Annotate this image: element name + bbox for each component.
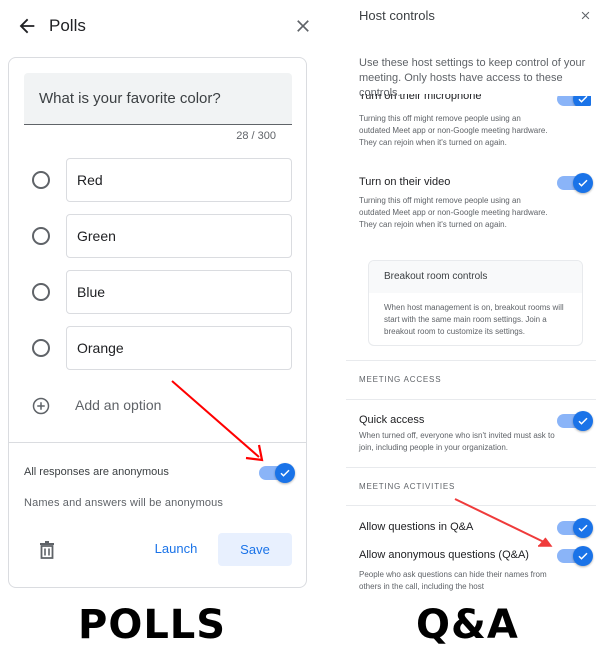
radio-button[interactable]: [32, 227, 50, 245]
toggle-knob: [573, 411, 593, 431]
add-option-label: Add an option: [75, 397, 162, 413]
anonymous-toggle[interactable]: [259, 463, 295, 483]
radio-button[interactable]: [32, 339, 50, 357]
breakout-room-controls: Breakout room controls When host managem…: [368, 260, 583, 346]
polls-title: Polls: [49, 16, 86, 35]
character-counter: 28 / 300: [236, 130, 276, 142]
qa-questions-toggle[interactable]: [557, 518, 593, 538]
option-input[interactable]: Red: [66, 158, 292, 202]
add-circle-icon: [32, 397, 50, 415]
qa-questions-title: Allow questions in Q&A: [359, 521, 474, 533]
check-icon: [578, 524, 588, 532]
trash-icon[interactable]: [39, 541, 55, 559]
launch-button[interactable]: Launch: [145, 533, 207, 565]
check-icon: [578, 552, 588, 560]
caption-qa: Q&A: [416, 602, 519, 648]
quick-access-toggle[interactable]: [557, 411, 593, 431]
polls-header: Polls: [0, 0, 320, 54]
poll-option: Red: [9, 158, 308, 202]
host-controls-intro: Use these host settings to keep control …: [359, 57, 586, 99]
toggle-knob: [573, 518, 593, 538]
qa-anonymous-description: People who ask questions can hide their …: [359, 570, 547, 591]
radio-button[interactable]: [32, 283, 50, 301]
radio-button[interactable]: [32, 171, 50, 189]
poll-option: Blue: [9, 270, 308, 314]
add-option-button[interactable]: Add an option: [9, 388, 308, 424]
qa-anonymous-title: Allow anonymous questions (Q&A): [359, 549, 529, 561]
polls-panel: Polls What is your favorite color? 28 / …: [0, 0, 320, 600]
toggle-knob: [573, 173, 593, 193]
host-controls-panel: Host controls Use these host settings to…: [346, 0, 614, 600]
divider: [346, 360, 596, 361]
microphone-setting-description: Turning this off might remove people usi…: [359, 114, 548, 147]
back-arrow-icon[interactable]: [16, 15, 38, 37]
meeting-activities-label: MEETING ACTIVITIES: [359, 482, 456, 491]
anonymous-label: All responses are anonymous: [24, 466, 169, 478]
breakout-title: Breakout room controls: [384, 271, 488, 282]
option-input[interactable]: Orange: [66, 326, 292, 370]
breakout-description: When host management is on, breakout roo…: [384, 303, 564, 336]
poll-editor-card: What is your favorite color? 28 / 300 Re…: [8, 57, 307, 588]
close-icon[interactable]: [579, 9, 592, 22]
video-toggle[interactable]: [557, 173, 593, 193]
anonymous-description: Names and answers will be anonymous: [24, 497, 224, 509]
check-icon: [280, 469, 290, 477]
save-button[interactable]: Save: [218, 533, 292, 566]
poll-option: Green: [9, 214, 308, 258]
question-input[interactable]: What is your favorite color?: [24, 73, 292, 125]
check-icon: [578, 417, 588, 425]
check-icon: [578, 179, 588, 187]
divider: [346, 467, 596, 468]
divider: [346, 399, 596, 400]
video-setting-description: Turning this off might remove people usi…: [359, 196, 548, 229]
breakout-header: Breakout room controls: [369, 261, 582, 293]
toggle-knob: [573, 546, 593, 566]
video-setting-title: Turn on their video: [359, 176, 451, 188]
divider: [9, 442, 306, 443]
meeting-access-label: MEETING ACCESS: [359, 375, 442, 384]
poll-option: Orange: [9, 326, 308, 370]
option-input[interactable]: Blue: [66, 270, 292, 314]
qa-anonymous-toggle[interactable]: [557, 546, 593, 566]
quick-access-description: When turned off, everyone who isn't invi…: [359, 431, 555, 452]
toggle-knob: [275, 463, 295, 483]
question-text: What is your favorite color?: [39, 90, 221, 107]
divider: [346, 505, 596, 506]
close-icon[interactable]: [293, 16, 313, 36]
caption-polls: POLLS: [78, 602, 227, 648]
option-input[interactable]: Green: [66, 214, 292, 258]
host-controls-title: Host controls: [359, 8, 435, 23]
quick-access-title: Quick access: [359, 414, 425, 426]
